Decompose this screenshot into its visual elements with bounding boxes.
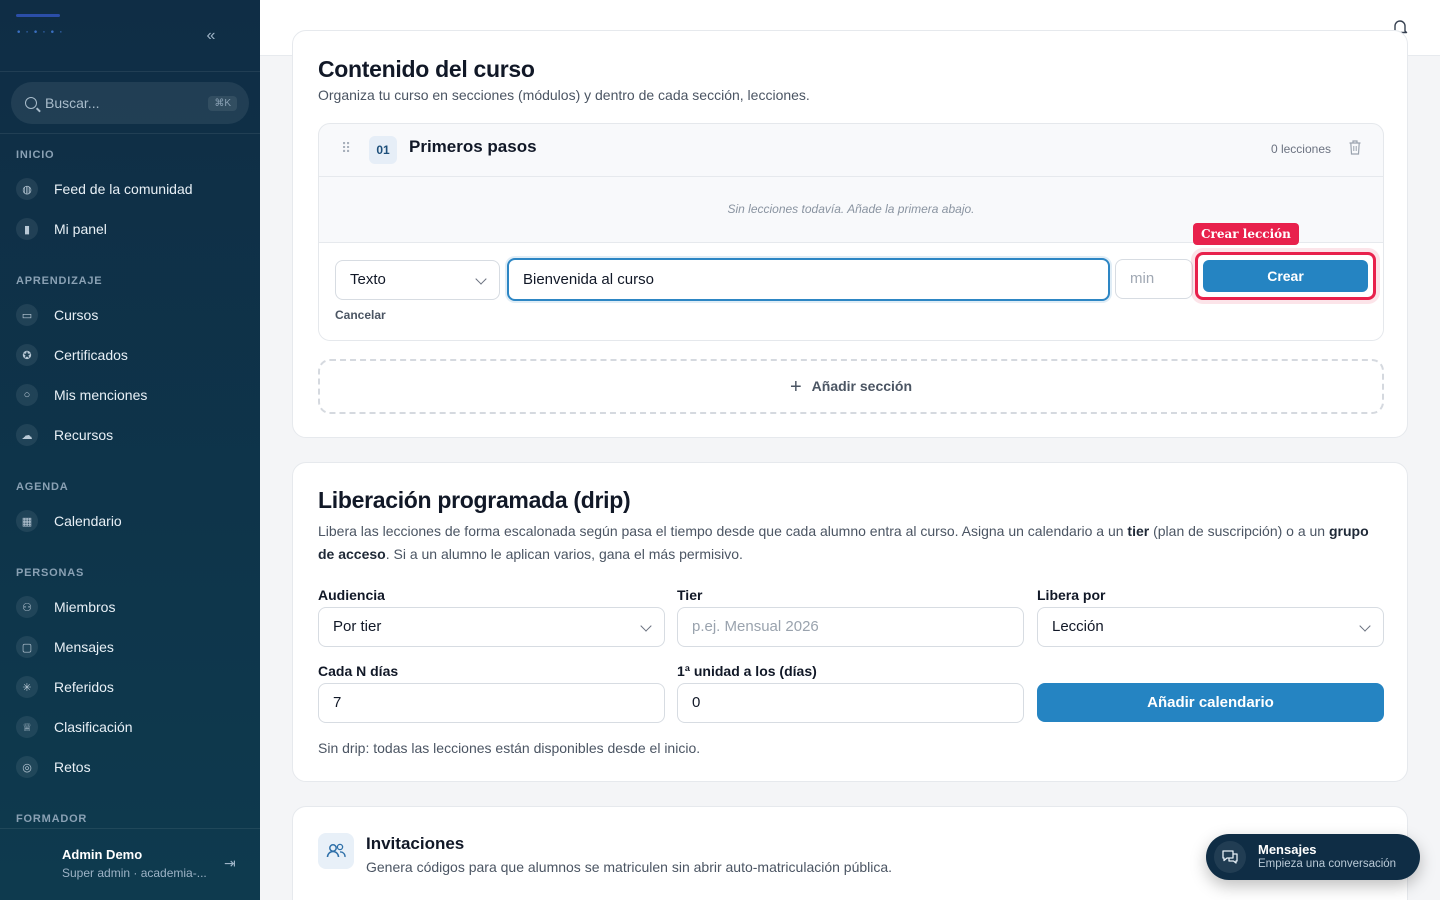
invitations-title: Invitaciones	[366, 834, 465, 853]
calendar-icon: ▦	[16, 510, 38, 532]
cancel-button[interactable]: Cancelar	[335, 308, 386, 322]
sidebar-item-referidos[interactable]: ✳ Referidos	[16, 669, 246, 705]
drip-card: Liberación programada (drip) Libera las …	[292, 462, 1408, 782]
lesson-type-select[interactable]: Texto	[335, 260, 500, 300]
lesson-title-input[interactable]: Bienvenida al curso	[507, 258, 1110, 301]
sidebar-item-clasificacion[interactable]: ♕ Clasificación	[16, 709, 246, 745]
user-name: Admin Demo	[62, 847, 143, 862]
chevron-down-icon	[475, 273, 487, 285]
award-icon: ✪	[16, 344, 38, 366]
chevron-down-icon	[1359, 620, 1371, 632]
search-input[interactable]: Buscar... ⌘K	[11, 82, 249, 124]
users-icon: ⚇	[16, 596, 38, 618]
drag-handle-icon[interactable]: ⠿	[341, 140, 351, 157]
user-profile[interactable]: Admin Demo Super admin · academia-... ⇥	[0, 828, 260, 900]
globe-icon: ◍	[16, 178, 38, 200]
app-logo[interactable]: •·•·•·	[16, 14, 64, 38]
section-title-personas: PERSONAS	[16, 567, 85, 579]
add-calendar-button[interactable]: Añadir calendario	[1037, 683, 1384, 722]
first-unit-input[interactable]: 0	[677, 683, 1024, 723]
trophy-icon: ♕	[16, 716, 38, 738]
sidebar-header: •·•·•· «	[0, 0, 260, 72]
section-title-aprendizaje: APRENDIZAJE	[16, 275, 103, 287]
tier-input[interactable]: p.ej. Mensual 2026	[677, 607, 1024, 647]
lesson-minutes-input[interactable]: min	[1115, 259, 1193, 299]
tier-label: Tier	[677, 587, 703, 603]
chat-bubble-icon: ○	[16, 384, 38, 406]
module-header: ⠿ 01 Primeros pasos 0 lecciones	[319, 124, 1383, 177]
sidebar: •·•·•· « Buscar... ⌘K INICIO ◍ Feed de l…	[0, 0, 260, 900]
audience-label: Audiencia	[318, 587, 385, 603]
module-title[interactable]: Primeros pasos	[409, 137, 537, 157]
new-lesson-form: Texto Bienvenida al curso min Cancelar C…	[319, 242, 1383, 340]
messages-widget[interactable]: Mensajes Empieza una conversación	[1206, 834, 1420, 880]
logout-icon[interactable]: ⇥	[224, 855, 236, 872]
module-number: 01	[369, 136, 397, 164]
first-unit-label: 1ª unidad a los (días)	[677, 663, 817, 679]
sidebar-item-menciones[interactable]: ○ Mis menciones	[16, 377, 246, 413]
create-lesson-tag: Crear lección	[1193, 223, 1299, 245]
sidebar-item-cursos[interactable]: ▭ Cursos	[16, 297, 246, 333]
collapse-sidebar-icon[interactable]: «	[200, 26, 222, 46]
search-placeholder: Buscar...	[45, 95, 100, 111]
messages-widget-title: Mensajes	[1258, 842, 1317, 857]
target-icon: ◎	[16, 756, 38, 778]
invitations-subtitle: Genera códigos para que alumnos se matri…	[366, 859, 893, 875]
drip-description: Libera las lecciones de forma escalonada…	[318, 523, 1369, 562]
add-section-button[interactable]: + Añadir sección	[318, 359, 1384, 414]
trash-icon[interactable]	[1349, 140, 1361, 155]
sidebar-item-calendario[interactable]: ▦ Calendario	[16, 503, 246, 539]
sidebar-item-retos[interactable]: ◎ Retos	[16, 749, 246, 785]
search-shortcut: ⌘K	[208, 95, 237, 111]
sidebar-item-miembros[interactable]: ⚇ Miembros	[16, 589, 246, 625]
section-title-inicio: INICIO	[16, 149, 55, 161]
plus-icon: +	[789, 376, 802, 398]
cloud-download-icon: ☁	[16, 424, 38, 446]
sidebar-item-certificados[interactable]: ✪ Certificados	[16, 337, 246, 373]
release-select[interactable]: Lección	[1037, 607, 1384, 647]
sparkle-icon: ✳	[16, 676, 38, 698]
section-title-agenda: AGENDA	[16, 481, 69, 493]
lesson-type-value: Texto	[350, 271, 386, 288]
bar-chart-icon: ▮	[16, 218, 38, 240]
sidebar-item-recursos[interactable]: ☁ Recursos	[16, 417, 246, 453]
book-icon: ▭	[16, 304, 38, 326]
release-label: Libera por	[1037, 587, 1106, 603]
drip-title: Liberación programada (drip)	[318, 487, 631, 513]
content-subtitle: Organiza tu curso en secciones (módulos)…	[318, 87, 810, 103]
chevron-down-icon	[640, 620, 652, 632]
drip-note: Sin drip: todas las lecciones están disp…	[318, 740, 701, 756]
search-icon	[25, 97, 37, 109]
messages-icon: ▢	[16, 636, 38, 658]
empty-lessons-text: Sin lecciones todavía. Añade la primera …	[727, 202, 975, 216]
section-title-formador: FORMADOR	[16, 813, 88, 825]
create-lesson-button[interactable]: Crear	[1203, 260, 1368, 292]
messages-widget-subtitle: Empieza una conversación	[1258, 858, 1397, 870]
create-highlight-frame: Crear	[1195, 252, 1376, 300]
every-days-input[interactable]: 7	[318, 683, 665, 723]
sidebar-item-panel[interactable]: ▮ Mi panel	[16, 211, 246, 247]
messages-icon	[1214, 841, 1246, 873]
every-days-label: Cada N días	[318, 663, 399, 679]
user-role: Super admin · academia-...	[62, 866, 207, 880]
sidebar-item-mensajes[interactable]: ▢ Mensajes	[16, 629, 246, 665]
audience-select[interactable]: Por tier	[318, 607, 665, 647]
sidebar-item-feed[interactable]: ◍ Feed de la comunidad	[16, 171, 246, 207]
users-icon	[318, 833, 354, 869]
page-title: Contenido del curso	[318, 56, 535, 82]
lesson-count: 0 lecciones	[1270, 142, 1331, 156]
